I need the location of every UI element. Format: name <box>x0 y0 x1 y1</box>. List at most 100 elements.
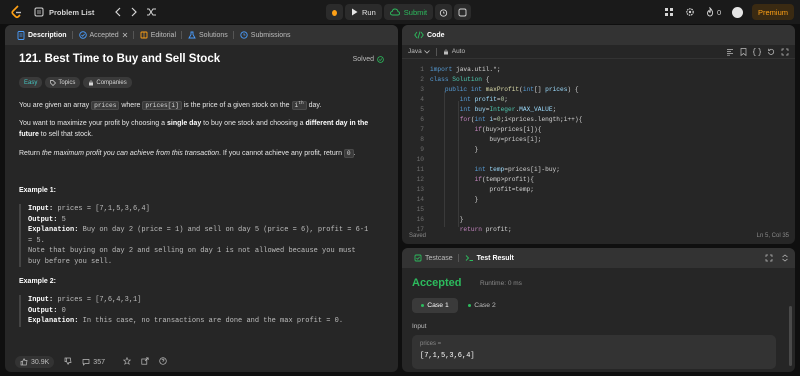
tab-testcase-label: Testcase <box>425 254 453 262</box>
tab-description[interactable]: Description <box>11 25 73 45</box>
solved-status: Solved <box>353 56 384 63</box>
debug-button[interactable] <box>326 4 343 20</box>
help-button[interactable] <box>159 357 167 367</box>
favorite-button[interactable] <box>122 356 132 367</box>
like-count: 30.9K <box>31 358 50 366</box>
case-2-tab[interactable]: Case 2 <box>462 298 502 313</box>
bookmark-icon[interactable] <box>740 47 747 56</box>
comment-count: 357 <box>93 358 105 366</box>
tab-submissions[interactable]: Submissions <box>234 25 297 45</box>
description-panel: Description Accepted Editorial Solutions… <box>5 25 398 372</box>
tab-test-result[interactable]: Test Result <box>459 248 520 268</box>
leetcode-logo-icon[interactable] <box>10 5 24 19</box>
tab-test-result-label: Test Result <box>476 254 514 262</box>
comment-icon <box>82 359 90 366</box>
case-1-label: Case 1 <box>427 302 449 309</box>
next-problem-button[interactable] <box>130 5 138 19</box>
tab-accepted[interactable]: Accepted <box>73 25 134 45</box>
case-2-label: Case 2 <box>474 302 496 309</box>
runtime-label: Runtime: 0 ms <box>480 280 522 287</box>
expand-icon[interactable] <box>781 48 789 56</box>
random-problem-button[interactable] <box>146 5 157 19</box>
check-badge-icon <box>78 31 87 39</box>
expand-icon[interactable] <box>765 254 773 262</box>
tab-solutions-label: Solutions <box>199 31 228 39</box>
companies-label: Companies <box>96 79 127 86</box>
tab-editorial-label: Editorial <box>150 31 176 39</box>
prev-problem-button[interactable] <box>114 5 122 19</box>
chevron-down-icon <box>423 49 430 54</box>
tab-accepted-label: Accepted <box>89 31 119 39</box>
cloud-upload-icon <box>389 8 400 16</box>
history-icon <box>240 31 248 39</box>
test-panel-tabs: Testcase Test Result <box>402 248 795 268</box>
alarm-clock-icon <box>439 8 448 17</box>
difficulty-badge: Easy <box>19 77 43 88</box>
settings-button[interactable] <box>685 5 695 19</box>
checkbox-icon <box>414 254 422 262</box>
problem-list-label: Problem List <box>49 7 95 17</box>
topics-label: Topics <box>58 79 76 86</box>
submit-button[interactable]: Submit <box>383 4 434 20</box>
input-variable-label: prices = <box>420 341 442 347</box>
code-panel: Code Java Auto 1 import java.util.*; 2 cla… <box>402 25 795 244</box>
test-panel: Testcase Test Result Accepted Runtime: 0… <box>402 248 795 372</box>
companies-chip[interactable]: Companies <box>83 77 132 88</box>
flask-icon <box>188 31 196 39</box>
note-icon <box>458 8 467 16</box>
tab-description-label: Description <box>28 31 67 39</box>
like-button[interactable]: 30.9K <box>15 356 55 368</box>
tab-code[interactable]: Code <box>408 25 451 45</box>
code-icon <box>414 31 424 39</box>
close-icon[interactable] <box>122 32 128 38</box>
description-tabs: Description Accepted Editorial Solutions… <box>5 25 398 45</box>
tab-testcase[interactable]: Testcase <box>408 248 459 268</box>
lock-icon <box>89 79 94 85</box>
tag-icon <box>50 79 57 86</box>
avatar-button[interactable] <box>732 5 743 19</box>
tab-submissions-label: Submissions <box>250 31 291 39</box>
star-icon <box>122 356 132 365</box>
input-section-label: Input <box>412 323 427 330</box>
dislike-button[interactable] <box>64 357 72 367</box>
example-1-block: Input: prices = [7,1,5,3,6,4] Output: 5 … <box>19 204 384 267</box>
avatar <box>732 6 743 18</box>
input-box: prices = [7,1,5,3,6,4] <box>412 335 776 369</box>
scrollbar[interactable] <box>789 306 792 366</box>
reset-icon[interactable] <box>767 48 775 56</box>
timer-button[interactable] <box>435 4 453 20</box>
comments-button[interactable]: 357 <box>82 358 105 366</box>
case-dot-icon <box>421 304 425 307</box>
streak-counter[interactable]: 0 <box>706 5 721 19</box>
collapse-icon[interactable] <box>781 254 789 262</box>
notes-button[interactable] <box>454 4 472 20</box>
play-icon <box>352 8 358 16</box>
format-icon[interactable] <box>726 48 734 56</box>
layout-button[interactable] <box>664 5 674 19</box>
auto-label: Auto <box>451 48 466 55</box>
topics-chip[interactable]: Topics <box>45 77 81 88</box>
verdict-label: Accepted <box>412 277 462 289</box>
case-1-tab[interactable]: Case 1 <box>412 298 458 313</box>
book-icon <box>140 31 148 39</box>
cursor-position: Ln 5, Col 35 <box>756 233 789 239</box>
submit-label: Submit <box>403 7 428 17</box>
terminal-icon <box>465 255 473 261</box>
run-button[interactable]: Run <box>345 4 382 20</box>
braces-icon[interactable] <box>753 47 761 56</box>
input-variable-value: [7,1,5,3,6,4] <box>420 352 475 360</box>
run-label: Run <box>362 7 376 17</box>
description-paragraph-1: You are given an array prices where pric… <box>19 101 322 111</box>
auto-toggle[interactable]: Auto <box>443 48 465 55</box>
chevron-left-icon <box>115 7 121 17</box>
tab-editorial[interactable]: Editorial <box>134 25 182 45</box>
problem-list-button[interactable]: Problem List <box>34 5 94 19</box>
code-editor[interactable]: 1 import java.util.*; 2 class Solution { 3… <box>402 61 795 244</box>
problem-description: 121. Best Time to Buy and Sell Stock Sol… <box>19 53 384 350</box>
share-button[interactable] <box>141 357 149 367</box>
premium-button[interactable]: Premium <box>752 4 794 20</box>
language-select[interactable]: Java <box>408 48 430 55</box>
question-icon <box>159 357 167 365</box>
tab-solutions[interactable]: Solutions <box>182 25 234 45</box>
problem-tags: Easy Topics Companies <box>19 77 132 88</box>
